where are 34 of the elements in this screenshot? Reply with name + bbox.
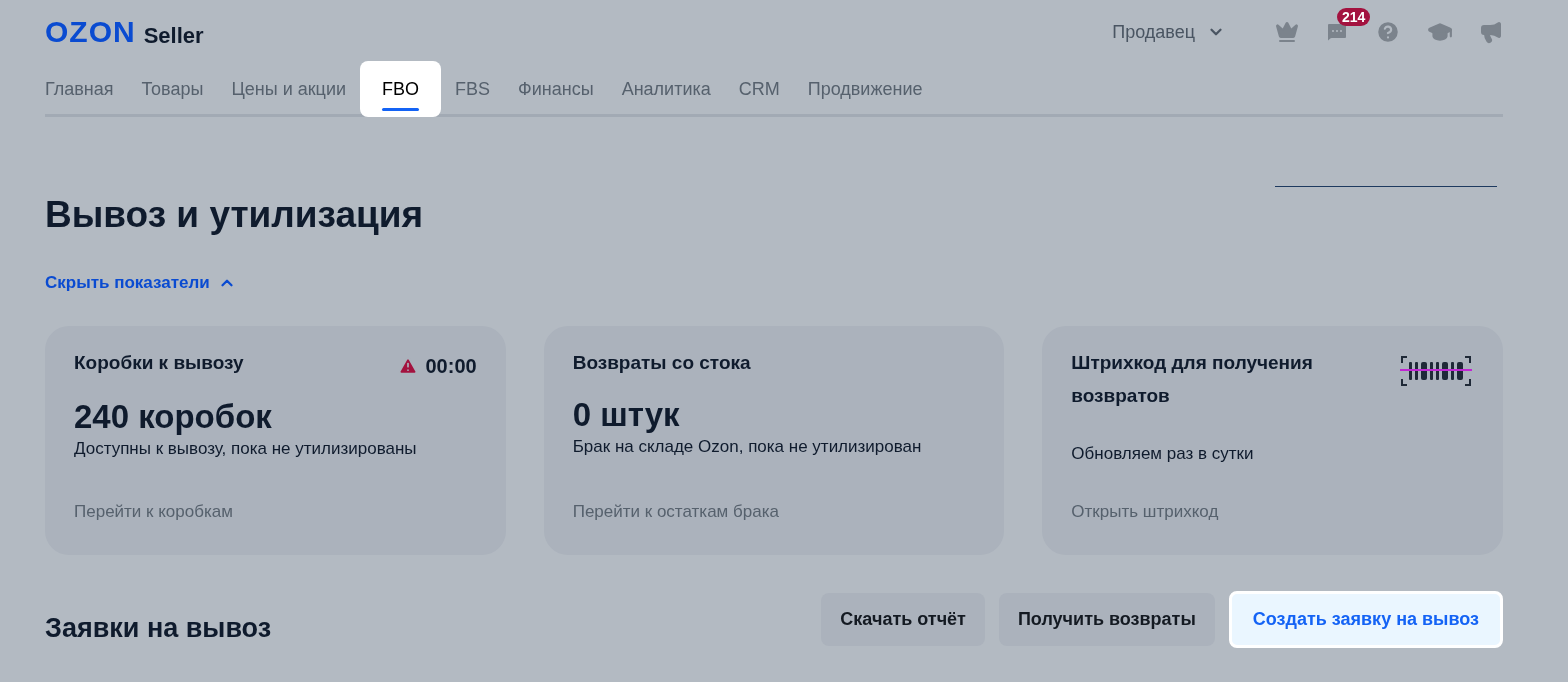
page-title: Вывоз и утилизация <box>45 193 425 237</box>
card-link[interactable]: Открыть штрихкод <box>1071 499 1474 525</box>
action-button[interactable]: Получить возвраты <box>998 592 1215 646</box>
action-button[interactable]: Скачать отчёт <box>821 592 985 646</box>
section-title: Заявки на вывоз <box>45 611 272 645</box>
nav-tab[interactable]: FBS <box>441 64 505 114</box>
nav-tab[interactable]: Аналитика <box>607 64 725 114</box>
nav-tab[interactable]: FBO <box>360 61 442 117</box>
card-link[interactable]: Перейти к коробкам <box>74 499 477 525</box>
card-description: Доступны к вывозу, пока не утилизированы <box>74 437 418 460</box>
card-description: Обновляем раз в сутки <box>1071 442 1255 465</box>
nav-tab[interactable]: Главная <box>45 64 128 114</box>
nav-tab[interactable]: Финансы <box>504 64 608 114</box>
card-value: 0 штук <box>572 394 681 435</box>
card-description: Брак на складе Ozon, пока не утилизирован <box>572 435 923 458</box>
help-icon[interactable] <box>1375 19 1401 45</box>
card-title: Возвраты со стока <box>572 350 751 375</box>
toggle-metrics-link[interactable]: Скрыть показатели <box>45 270 236 296</box>
nav-tab[interactable]: CRM <box>724 64 794 114</box>
logo[interactable]: OZON <box>45 17 136 47</box>
nav-tab[interactable]: Продвижение <box>793 64 937 114</box>
logo-suffix: Seller <box>143 25 204 47</box>
timer: 00:00 <box>425 353 477 379</box>
card-value: 240 коробок <box>74 396 273 437</box>
card-title: Коробки к вывозу <box>74 350 244 375</box>
megaphone-icon[interactable] <box>1479 20 1503 44</box>
action-button[interactable]: Создать заявку на вывоз <box>1228 590 1503 648</box>
nav-tab[interactable]: Товары <box>127 64 218 114</box>
card-title: Штрихкод для получения возвратов <box>1071 350 1314 408</box>
notification-badge: 214 <box>1337 8 1371 26</box>
nav-tab[interactable]: Цены и акции <box>217 64 360 114</box>
crown-icon[interactable] <box>1275 20 1299 44</box>
card-link[interactable]: Перейти к остаткам брака <box>572 499 976 525</box>
role-dropdown[interactable]: Продавец <box>1112 18 1225 46</box>
